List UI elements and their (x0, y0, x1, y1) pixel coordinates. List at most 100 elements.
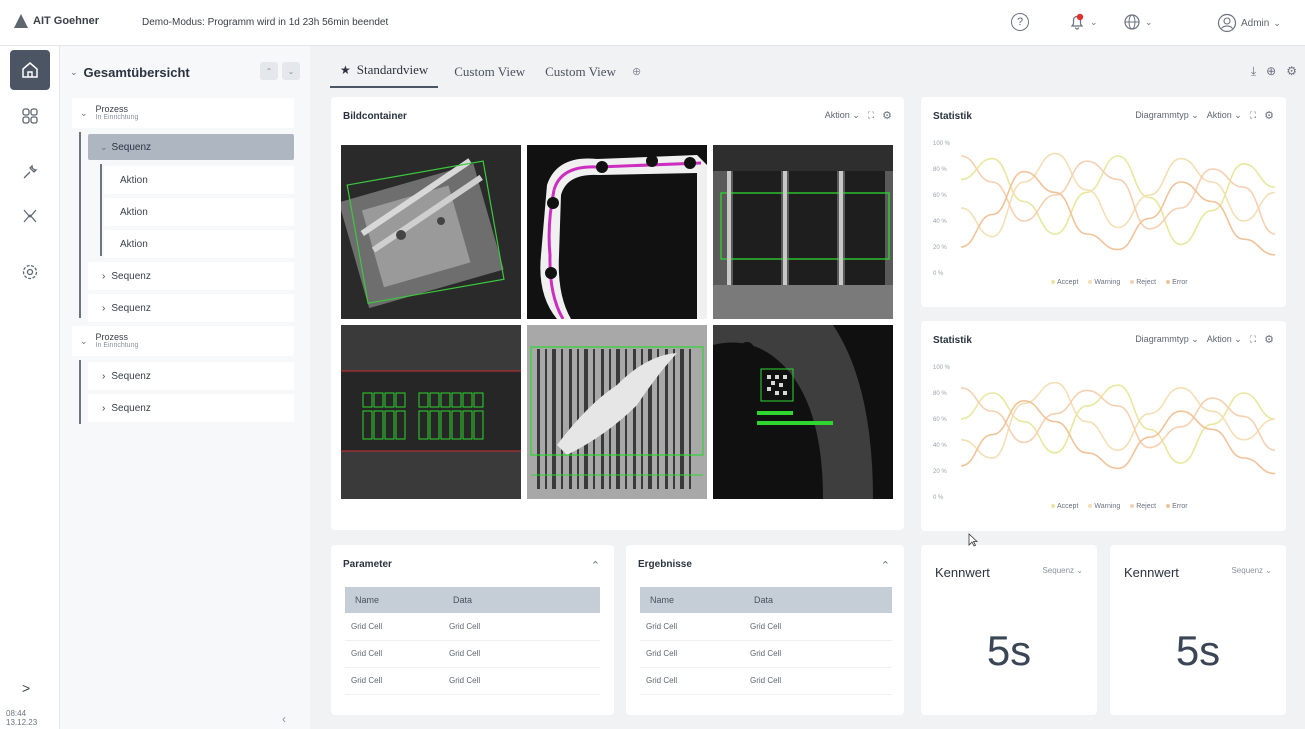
parameter-table: Name Data Grid Cell Grid Cell Grid Cell Gr… (345, 587, 600, 695)
settings-icon[interactable]: ⚙ (882, 109, 892, 122)
settings-icon[interactable]: ⚙ (1286, 64, 1297, 79)
dashboard-nav-button[interactable] (10, 96, 50, 136)
tab-custom-view-1[interactable]: Custom View (444, 64, 535, 88)
legend-item[interactable]: Warning (1088, 503, 1120, 510)
legend-dot-icon (1088, 280, 1093, 285)
settings-icon[interactable]: ⚙ (1264, 333, 1274, 346)
tree-guide-line (100, 164, 102, 256)
collapse-card-icon[interactable]: ⌃ (881, 559, 890, 572)
tree-action-item[interactable]: Aktion (104, 230, 294, 258)
tree-guide-line (79, 360, 81, 424)
y-tick-label: 100 % (933, 141, 951, 147)
user-menu[interactable]: Admin ⌄ (1217, 13, 1281, 33)
sequence-select[interactable]: Sequenz ⌄ (1042, 566, 1083, 575)
tab-standardview[interactable]: ★ Standardview (330, 62, 439, 88)
collapse-card-icon[interactable]: ⌃ (591, 559, 600, 572)
action-dropdown[interactable]: Aktion ⌄ (1207, 110, 1242, 121)
tree-action-item[interactable]: Aktion (104, 198, 294, 226)
collapse-panel-icon[interactable]: ‹ (282, 712, 286, 726)
chevron-down-icon[interactable]: ⌄ (70, 67, 78, 78)
inspection-image-part[interactable] (341, 145, 521, 319)
add-widget-icon[interactable]: ⊕ (1266, 64, 1276, 79)
legend-label: Reject (1136, 279, 1157, 286)
user-avatar-icon (1217, 13, 1237, 33)
chevron-down-icon: ⌄ (100, 141, 108, 152)
inspection-image-ocr[interactable] (341, 325, 521, 499)
legend-item[interactable]: Reject (1130, 503, 1156, 510)
action-dropdown[interactable]: Aktion ⌄ (825, 110, 860, 121)
tab-label: Custom View (454, 64, 526, 79)
y-tick-label: 60 % (933, 193, 947, 199)
legend-item[interactable]: Error (1166, 279, 1188, 286)
action-dropdown[interactable]: Aktion ⌄ (1207, 334, 1242, 345)
kpi-value: 5s (1175, 627, 1221, 674)
diagram-type-label: Diagrammtyp (1135, 110, 1189, 120)
table-row[interactable]: Grid Cell Grid Cell (345, 613, 600, 641)
home-nav-button[interactable] (10, 50, 50, 90)
tree-sequence-item[interactable]: › Sequenz (88, 262, 294, 290)
table-row[interactable]: Grid Cell Grid Cell (345, 640, 600, 668)
action-label: Aktion (120, 238, 148, 250)
diagram-type-dropdown[interactable]: Diagrammtyp ⌄ (1135, 334, 1199, 345)
legend-item[interactable]: Error (1166, 503, 1188, 510)
y-tick-label: 40 % (933, 443, 947, 449)
tree-header: ⌄ Gesamtübersicht ⌃ ⌄ (70, 60, 306, 84)
legend-item[interactable]: Accept (1051, 503, 1078, 510)
tree-action-item[interactable]: Aktion (104, 166, 294, 194)
column-header[interactable]: Data (744, 587, 892, 613)
company-logo[interactable]: AIT Goehner (14, 14, 99, 28)
table-cell: Grid Cell (345, 640, 443, 668)
table-row[interactable]: Grid Cell Grid Cell (640, 640, 892, 668)
star-icon: ★ (340, 62, 351, 77)
tools-nav-button[interactable] (10, 152, 50, 192)
table-row[interactable]: Grid Cell Grid Cell (640, 613, 892, 641)
expand-rail-icon[interactable]: > (22, 680, 30, 696)
fullscreen-icon[interactable]: ⛶ (1250, 110, 1256, 121)
sequence-select[interactable]: Sequenz ⌄ (1231, 566, 1272, 575)
view-tabs: ★ Standardview Custom View Custom View ⊕ (330, 46, 647, 88)
chevron-down-icon: ⌄ (80, 107, 88, 118)
inspection-image-barcode[interactable] (527, 325, 707, 499)
collapse-all-button[interactable]: ⌃ (260, 62, 278, 80)
column-header[interactable]: Name (640, 587, 744, 613)
table-cell: Grid Cell (640, 640, 744, 668)
column-header[interactable]: Data (443, 587, 600, 613)
add-tab-button[interactable]: ⊕ (626, 65, 647, 88)
help-button[interactable]: ? (1011, 13, 1029, 31)
process-nav-button[interactable] (10, 196, 50, 236)
diagram-type-dropdown[interactable]: Diagrammtyp ⌄ (1135, 110, 1199, 121)
notifications-button[interactable]: ⌄ (1068, 13, 1098, 31)
inspection-image-datamatrix[interactable] (713, 325, 893, 499)
legend-item[interactable]: Reject (1130, 279, 1156, 286)
chevron-right-icon: › (102, 402, 106, 414)
legend-item[interactable]: Accept (1051, 279, 1078, 286)
inspection-image-gasket[interactable] (527, 145, 707, 319)
action-label: Aktion (120, 174, 148, 186)
table-row[interactable]: Grid Cell Grid Cell (640, 667, 892, 695)
table-cell: Grid Cell (640, 667, 744, 695)
tab-custom-view-2[interactable]: Custom View (535, 64, 626, 88)
expand-all-button[interactable]: ⌄ (282, 62, 300, 80)
legend-label: Warning (1094, 279, 1121, 286)
download-icon[interactable]: ⤓ (1251, 64, 1256, 79)
tree-process-2[interactable]: ⌄ Prozess In Einrichtung (72, 326, 294, 356)
inspection-image-pcb[interactable] (713, 145, 893, 319)
tree-sequence-item[interactable]: › Sequenz (88, 294, 294, 322)
tree-process-1[interactable]: ⌄ Prozess In Einrichtung (72, 98, 294, 128)
settings-icon[interactable]: ⚙ (1264, 109, 1274, 122)
tree-sequence-selected[interactable]: ⌄ Sequenz (88, 134, 294, 160)
fullscreen-icon[interactable]: ⛶ (868, 110, 874, 121)
legend-item[interactable]: Warning (1088, 279, 1120, 286)
language-button[interactable]: ⌄ (1123, 13, 1153, 31)
process-title: Prozess (95, 104, 129, 114)
sequence-label: Sequenz (111, 370, 151, 382)
fullscreen-icon[interactable]: ⛶ (1250, 334, 1256, 345)
tree-sequence-item[interactable]: › Sequenz (88, 362, 294, 390)
dashboard-icon (22, 108, 38, 124)
tree-sequence-item[interactable]: › Sequenz (88, 394, 294, 422)
gasket-image-icon (527, 145, 707, 319)
settings-nav-button[interactable] (10, 252, 50, 292)
table-row[interactable]: Grid Cell Grid Cell (345, 667, 600, 695)
chevron-down-icon: ⌄ (1145, 16, 1153, 27)
column-header[interactable]: Name (345, 587, 443, 613)
